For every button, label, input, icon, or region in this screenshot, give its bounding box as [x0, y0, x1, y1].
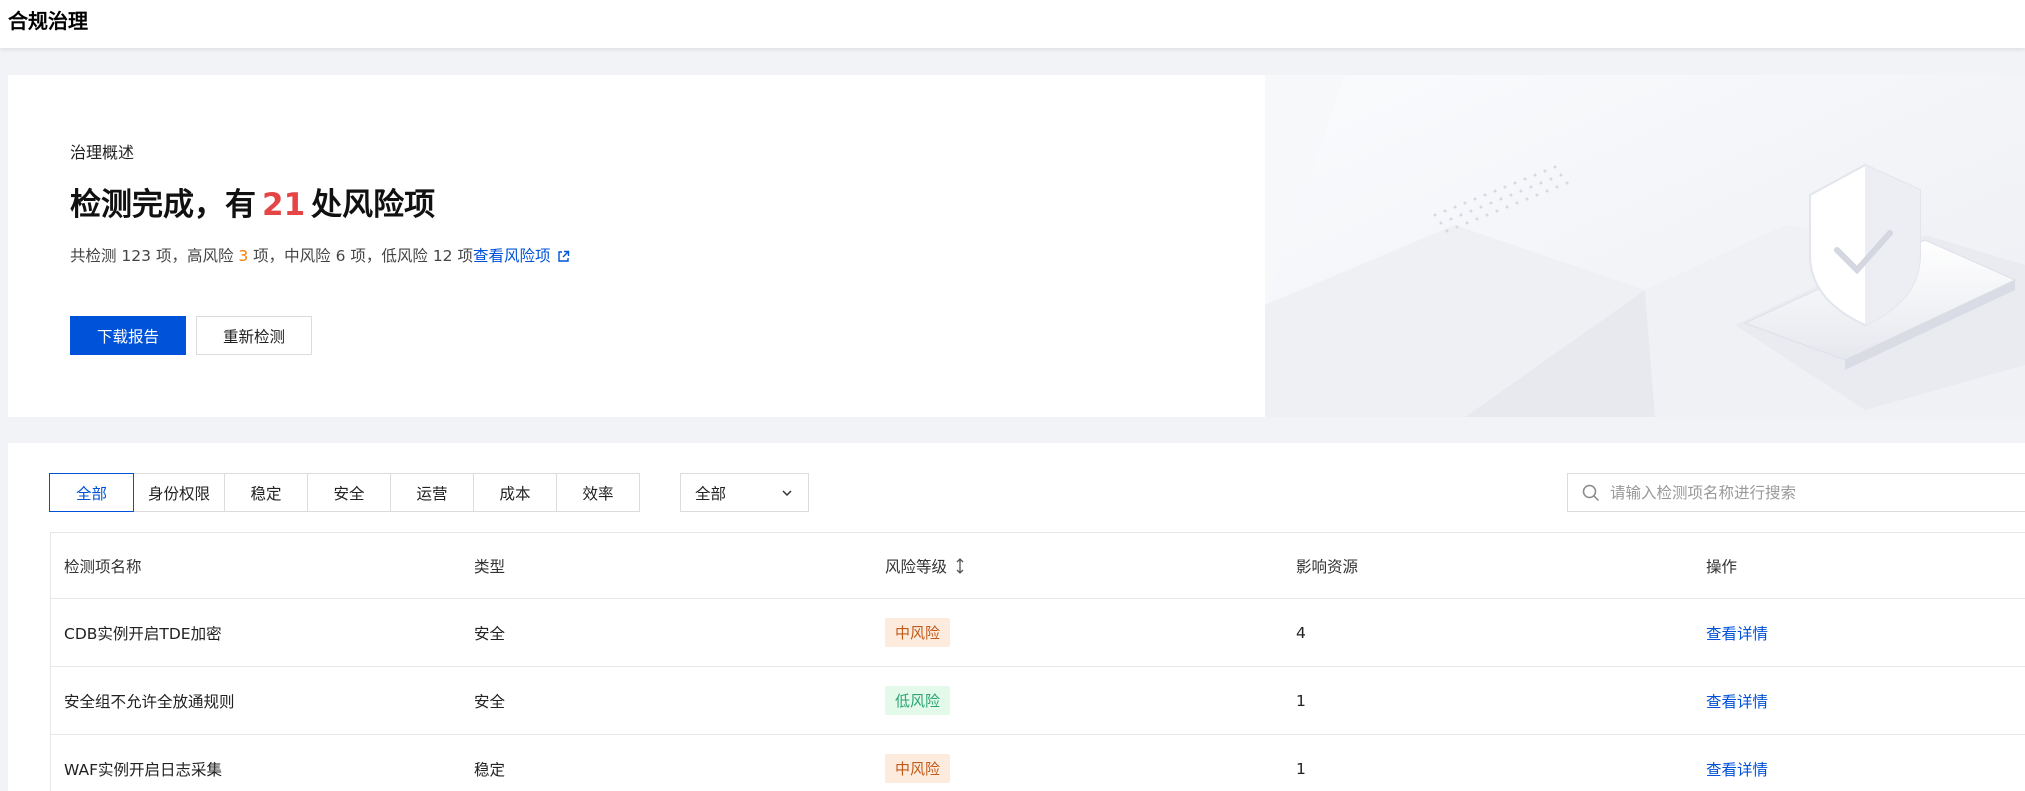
view-risk-link[interactable]: 查看风险项 — [473, 247, 570, 265]
overview-card: 治理概述 检测完成，有 21 处风险项 共检测 123 项，高风险 3 项，中风险 … — [8, 75, 2025, 417]
search-box[interactable] — [1567, 473, 2025, 512]
category-tabs: 全部 身份权限 稳定 安全 运营 成本 效率 — [49, 473, 640, 512]
check-table: 检测项名称 类型 风险等级 影响资源 操作 CDB实例开启TDE加密 安全 中风… — [50, 532, 2025, 791]
row-type: 安全 — [474, 624, 506, 643]
tab-operations[interactable]: 运营 — [390, 473, 474, 512]
row-resources: 1 — [1296, 759, 1306, 778]
header-risk-label: 风险等级 — [885, 557, 948, 576]
headline-prefix: 检测完成，有 — [70, 187, 256, 223]
chevron-down-icon — [782, 490, 792, 497]
overview-label: 治理概述 — [70, 143, 135, 162]
header-type: 类型 — [474, 557, 506, 576]
view-details-link[interactable]: 查看详情 — [1706, 735, 1768, 791]
stats-total: 共检测 123 项，高风险 — [70, 247, 239, 265]
row-type: 安全 — [474, 692, 506, 711]
recheck-button[interactable]: 重新检测 — [196, 316, 312, 355]
overview-headline: 检测完成，有 21 处风险项 — [70, 179, 435, 224]
row-name: CDB实例开启TDE加密 — [64, 624, 222, 643]
tab-efficiency[interactable]: 效率 — [556, 473, 640, 512]
tab-all[interactable]: 全部 — [49, 473, 134, 512]
header-resources: 影响资源 — [1296, 557, 1359, 576]
header-name: 检测项名称 — [64, 557, 142, 576]
header-risk[interactable]: 风险等级 — [885, 533, 965, 598]
row-risk-cell: 中风险 — [885, 735, 951, 791]
row-risk-cell: 低风险 — [885, 667, 951, 734]
tab-identity[interactable]: 身份权限 — [133, 473, 225, 512]
view-details-link[interactable]: 查看详情 — [1706, 599, 1768, 666]
risk-badge: 中风险 — [885, 754, 951, 783]
risk-filter-select[interactable]: 全部 — [680, 473, 809, 512]
table-row: CDB实例开启TDE加密 安全 中风险 4 查看详情 — [51, 599, 2025, 667]
table-row: 安全组不允许全放通规则 安全 低风险 1 查看详情 — [51, 667, 2025, 735]
check-list-card: 全部 身份权限 稳定 安全 运营 成本 效率 全部 检测项名称 类型 风险等级 … — [8, 443, 2025, 791]
top-bar: 合规治理 — [0, 0, 2025, 48]
view-risk-link-label: 查看风险项 — [472, 247, 551, 265]
header-action: 操作 — [1706, 557, 1738, 576]
table-header-row: 检测项名称 类型 风险等级 影响资源 操作 — [51, 533, 2025, 599]
tab-cost[interactable]: 成本 — [473, 473, 557, 512]
stats-high-count: 3 — [238, 247, 249, 265]
row-type: 稳定 — [474, 760, 506, 779]
download-report-button[interactable]: 下载报告 — [70, 316, 186, 355]
headline-suffix: 处风险项 — [311, 187, 436, 223]
row-resources: 4 — [1296, 623, 1306, 642]
overview-stats: 共检测 123 项，高风险 3 项，中风险 6 项，低风险 12 项查看风险项 — [70, 244, 570, 266]
risk-badge: 中风险 — [885, 618, 951, 647]
row-risk-cell: 中风险 — [885, 599, 951, 666]
sort-icon[interactable] — [955, 557, 965, 574]
row-name: 安全组不允许全放通规则 — [64, 692, 235, 711]
tab-stability[interactable]: 稳定 — [224, 473, 308, 512]
view-details-link[interactable]: 查看详情 — [1706, 667, 1768, 734]
table-row: WAF实例开启日志采集 稳定 中风险 1 查看详情 — [51, 735, 2025, 791]
row-name: WAF实例开启日志采集 — [64, 760, 222, 779]
row-resources: 1 — [1296, 691, 1306, 710]
risk-badge: 低风险 — [885, 686, 951, 715]
shield-illustration — [1265, 75, 2025, 417]
search-icon — [1582, 484, 1600, 501]
external-link-icon — [557, 250, 569, 262]
tab-security[interactable]: 安全 — [307, 473, 391, 512]
stats-rest: 项，中风险 6 项，低风险 12 项 — [248, 247, 473, 265]
risk-count: 21 — [262, 187, 306, 223]
search-input[interactable] — [1610, 483, 2010, 502]
page-title: 合规治理 — [8, 9, 88, 33]
select-value: 全部 — [695, 484, 727, 503]
